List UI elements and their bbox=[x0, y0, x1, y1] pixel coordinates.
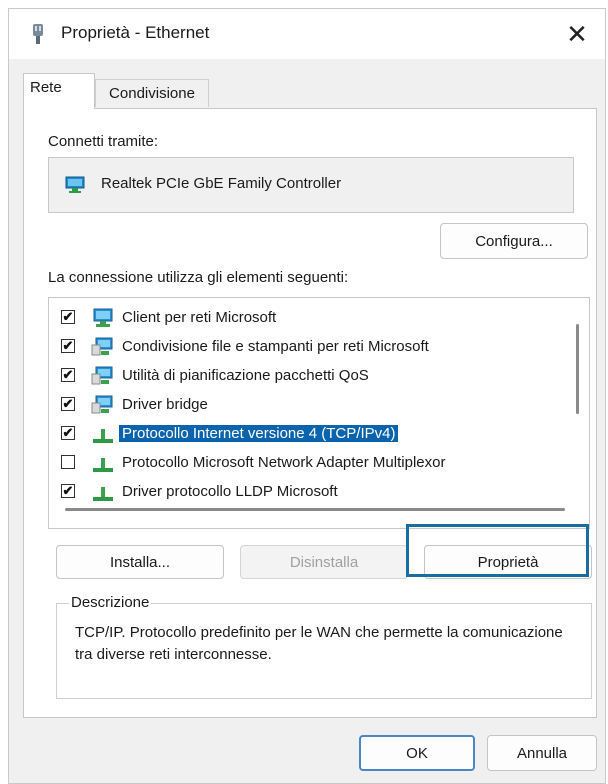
cancel-button[interactable]: Annulla bbox=[487, 735, 597, 771]
checkbox[interactable]: ✔ bbox=[61, 397, 75, 411]
list-item-selected[interactable]: ✔ Protocollo Internet versione 4 (TCP/IP… bbox=[49, 420, 559, 448]
network-service-icon bbox=[91, 366, 113, 385]
checkbox[interactable]: ✔ bbox=[61, 368, 75, 382]
ok-button[interactable]: OK bbox=[359, 735, 475, 771]
install-button[interactable]: Installa... bbox=[56, 545, 224, 579]
list-item-label: Protocollo Microsoft Network Adapter Mul… bbox=[122, 454, 446, 471]
checkbox[interactable]: ✔ bbox=[61, 339, 75, 353]
close-button[interactable]: ✕ bbox=[549, 9, 605, 59]
window-title: Proprietà - Ethernet bbox=[61, 23, 210, 42]
close-icon: ✕ bbox=[566, 18, 588, 49]
list-item[interactable]: ✔ Condivisione file e stampanti per reti… bbox=[49, 333, 559, 361]
adapter-name: Realtek PCIe GbE Family Controller bbox=[101, 175, 342, 192]
horizontal-scrollbar[interactable] bbox=[65, 508, 565, 511]
checkbox[interactable]: ✔ bbox=[61, 426, 75, 440]
adapter-field: Realtek PCIe GbE Family Controller bbox=[48, 157, 574, 213]
list-item-label: Protocollo Internet versione 4 (TCP/IPv4… bbox=[119, 425, 399, 442]
list-item[interactable]: ✔ Driver protocollo LLDP Microsoft bbox=[49, 478, 559, 506]
list-item-label: Client per reti Microsoft bbox=[122, 309, 277, 326]
protocol-icon bbox=[93, 429, 113, 443]
list-item[interactable]: ✔ Client per reti Microsoft bbox=[49, 304, 559, 332]
description-text: TCP/IP. Protocollo predefinito per le WA… bbox=[75, 624, 563, 663]
list-item[interactable]: ✔ Utilità di pianificazione pacchetti Qo… bbox=[49, 362, 559, 390]
description-group: Descrizione TCP/IP. Protocollo predefini… bbox=[56, 594, 592, 699]
network-adapter-icon bbox=[65, 176, 85, 193]
network-service-icon bbox=[91, 395, 113, 414]
tab-panel: Connetti tramite: Realtek PCIe GbE Famil… bbox=[23, 108, 597, 718]
protocol-icon bbox=[93, 487, 113, 501]
checkbox[interactable] bbox=[61, 455, 75, 469]
description-legend: Descrizione bbox=[69, 594, 152, 611]
tab-condivisione[interactable]: Condivisione bbox=[95, 79, 209, 107]
list-item-label: Driver bridge bbox=[122, 396, 208, 413]
list-item-label: Driver protocollo LLDP Microsoft bbox=[122, 483, 338, 500]
title-bar: Proprietà - Ethernet ✕ bbox=[9, 9, 605, 59]
list-item[interactable]: ✔ Driver bridge bbox=[49, 391, 559, 419]
network-cable-icon bbox=[33, 24, 43, 44]
list-item-label: Condivisione file e stampanti per reti M… bbox=[122, 338, 429, 355]
items-label: La connessione utilizza gli elementi seg… bbox=[48, 269, 349, 286]
properties-button-highlight bbox=[406, 524, 589, 577]
checkbox[interactable]: ✔ bbox=[61, 484, 75, 498]
checkbox[interactable]: ✔ bbox=[61, 310, 75, 324]
configure-button[interactable]: Configura... bbox=[440, 223, 588, 259]
connect-via-label: Connetti tramite: bbox=[48, 133, 159, 150]
protocol-icon bbox=[93, 458, 113, 472]
uninstall-button[interactable]: Disinstalla bbox=[240, 545, 408, 579]
list-item[interactable]: Protocollo Microsoft Network Adapter Mul… bbox=[49, 449, 559, 477]
items-list[interactable]: ✔ Client per reti Microsoft ✔ Condivisio… bbox=[48, 297, 590, 529]
network-client-icon bbox=[93, 308, 113, 327]
list-item-label: Utilità di pianificazione pacchetti QoS bbox=[122, 367, 369, 384]
properties-dialog: Proprietà - Ethernet ✕ Rete Condivisione… bbox=[8, 8, 606, 784]
tab-rete[interactable]: Rete bbox=[23, 73, 95, 109]
network-service-icon bbox=[91, 337, 113, 356]
vertical-scrollbar[interactable] bbox=[576, 324, 579, 414]
